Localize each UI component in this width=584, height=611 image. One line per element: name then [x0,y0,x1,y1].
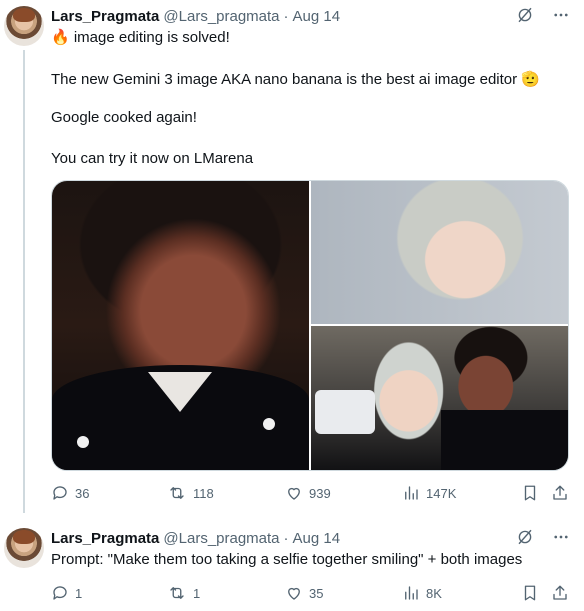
share-icon [553,585,567,600]
grok-icon[interactable] [516,528,534,546]
reply-count: 36 [75,485,90,501]
repost-button[interactable]: 118 [167,484,214,502]
like-button[interactable]: 939 [285,484,331,502]
bookmark-button[interactable] [521,584,539,602]
tweet-1[interactable]: Lars_Pragmata @Lars_pragmata · Aug 14 🔥 … [0,6,584,506]
tweet-header-icons [516,528,570,546]
like-count: 35 [309,585,324,601]
tweet-date[interactable]: Aug 14 [293,530,341,547]
avatar[interactable] [4,6,44,46]
author-name[interactable]: Lars_Pragmata [51,8,159,25]
author-handle[interactable]: @Lars_pragmata [163,530,279,547]
tweet-header: Lars_Pragmata @Lars_pragmata · Aug 14 [51,528,340,548]
tweet-text-line: The new Gemini 3 image AKA nano banana i… [51,71,540,88]
reply-icon [53,486,67,500]
like-count: 939 [309,485,331,501]
author-name[interactable]: Lars_Pragmata [51,530,159,547]
jacket-shape [441,410,568,470]
tweet-actions: 1 1 35 8K [51,584,569,604]
separator-dot: · [283,529,289,547]
bookmark-button[interactable] [521,484,539,502]
tweet-header: Lars_Pragmata @Lars_pragmata · Aug 14 [51,6,340,26]
tweet-text-line: You can try it now on LMarena [51,150,254,167]
phone-shape [315,390,375,434]
reply-icon [53,586,67,600]
tweet-text-line: 🔥 image editing is solved! [51,29,230,46]
views-count: 147K [426,485,457,501]
more-icon[interactable] [552,6,570,24]
tweet-date[interactable]: Aug 14 [293,8,341,25]
views-button[interactable]: 147K [402,484,456,502]
media-grid [51,180,569,471]
tweet-actions: 36 118 939 147K [51,484,569,504]
views-icon [405,486,418,500]
grok-icon[interactable] [516,6,534,24]
tweet-header-icons [516,6,570,24]
like-button[interactable]: 35 [285,584,323,602]
repost-count: 1 [193,585,201,601]
repost-button[interactable]: 1 [167,584,200,602]
photo-man-portrait[interactable] [52,181,309,470]
repost-icon [170,587,184,599]
photo-woman-portrait[interactable] [311,181,568,324]
bookmark-icon [524,485,536,501]
share-icon [553,485,567,500]
jacket-button-shape [77,436,89,448]
views-count: 8K [426,585,442,601]
jacket-button-shape [263,418,275,430]
share-button[interactable] [551,484,569,502]
photo-selfie-together[interactable] [311,326,568,470]
reply-count: 1 [75,585,83,601]
author-handle[interactable]: @Lars_pragmata [163,8,279,25]
reply-button[interactable]: 1 [51,584,82,602]
more-icon[interactable] [552,528,570,546]
share-button[interactable] [551,584,569,602]
views-button[interactable]: 8K [402,584,442,602]
reply-button[interactable]: 36 [51,484,89,502]
views-icon [405,586,418,600]
avatar[interactable] [4,528,44,568]
tweet-text-line: Prompt: "Make them too taking a selfie t… [51,551,523,568]
repost-icon [170,487,184,499]
tweet-text-line: Google cooked again! [51,109,197,126]
repost-count: 118 [193,485,214,501]
separator-dot: · [283,7,289,25]
bookmark-icon [524,585,536,601]
like-icon [288,487,300,500]
tweet-2[interactable]: Lars_Pragmata @Lars_pragmata · Aug 14 Pr… [0,528,584,608]
like-icon [288,587,300,600]
